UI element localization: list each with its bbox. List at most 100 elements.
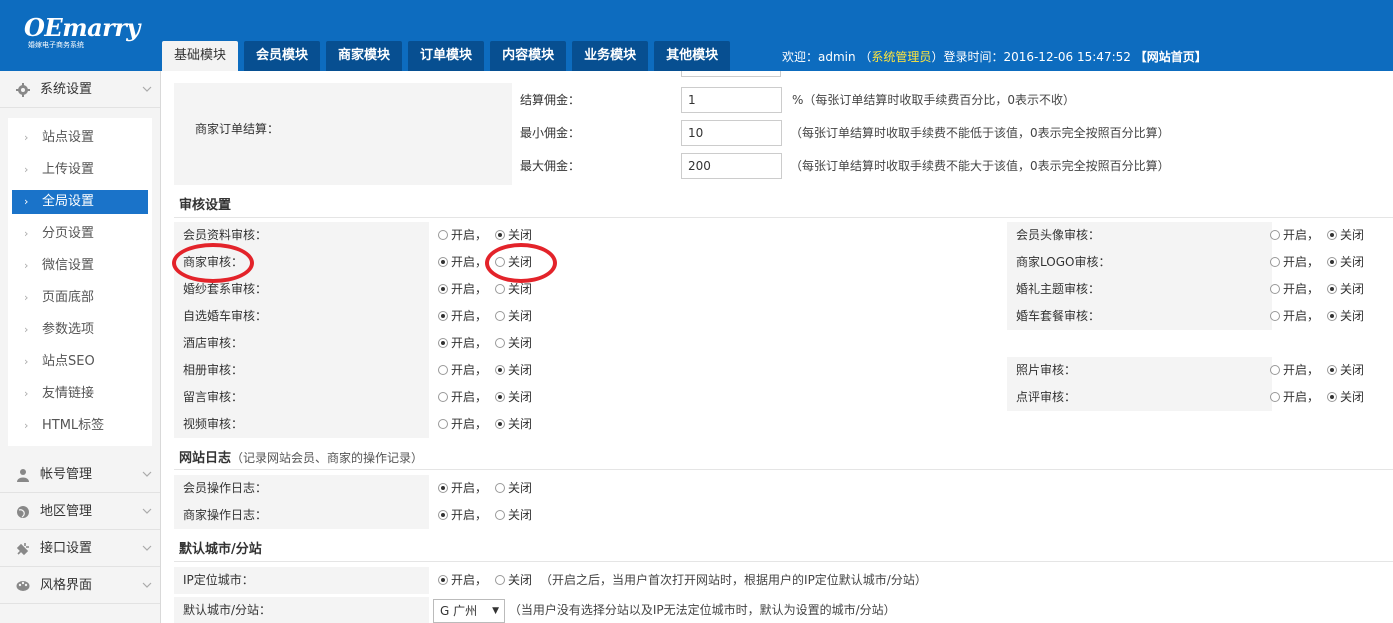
radio-dot [1270, 365, 1280, 375]
radio-dot [495, 483, 506, 493]
cropped-input[interactable] [681, 71, 781, 77]
chevron-down-icon [142, 471, 152, 477]
left-4-on-radio[interactable]: 开启， [438, 330, 487, 357]
right-2-off-radio[interactable]: 关闭 [1327, 276, 1364, 303]
right-3-off-radio[interactable]: 关闭 [1327, 303, 1364, 330]
left-0-off-radio[interactable]: 关闭 [495, 222, 532, 249]
audit-section-title: 审核设置 [179, 198, 232, 213]
radio-label: 关闭 [1340, 282, 1365, 296]
sidebar-item-seo[interactable]: › 站点SEO [12, 346, 148, 378]
radio-dot [495, 365, 506, 375]
tab-member[interactable]: 会员模块 [244, 41, 321, 71]
setting-options: 开启， 关闭 [1270, 384, 1372, 411]
role-label: 系统管理员 [871, 50, 932, 64]
right-0-off-radio[interactable]: 关闭 [1327, 222, 1364, 249]
setting-options: 开启， 关闭 [1270, 222, 1372, 249]
setting-options: 开启， 关闭 [438, 475, 540, 502]
chevron-right-icon: › [24, 227, 29, 240]
commission-rate-input[interactable] [681, 87, 782, 113]
tab-order[interactable]: 订单模块 [408, 41, 485, 71]
right-5-on-radio[interactable]: 开启， [1270, 357, 1319, 384]
left-5-off-radio[interactable]: 关闭 [495, 357, 532, 384]
chevron-right-icon: › [24, 163, 29, 176]
right-5-off-radio[interactable]: 关闭 [1327, 357, 1364, 384]
min-commission-input[interactable] [681, 120, 782, 146]
sidebar-item-site[interactable]: › 站点设置 [12, 122, 148, 154]
tab-other[interactable]: 其他模块 [654, 41, 731, 71]
welcome-bar: 欢迎：admin （系统管理员）登录时间：2016-12-06 15:47:52… [782, 48, 1207, 65]
sidebar-item-html-tags[interactable]: › HTML标签 [12, 410, 148, 442]
setting-label: 婚纱套系审核： [174, 276, 429, 303]
right-2-on-radio[interactable]: 开启， [1270, 276, 1319, 303]
left-7-off-radio[interactable]: 关闭 [495, 411, 532, 438]
sidebar-section-system[interactable]: 系统设置 [0, 71, 160, 108]
left-6-on-radio[interactable]: 开启， [438, 384, 487, 411]
site-home-link[interactable]: 【网站首页】 [1135, 50, 1207, 64]
left-log0-on-radio[interactable]: 开启， [438, 475, 487, 502]
left-3-off-radio[interactable]: 关闭 [495, 303, 532, 330]
left-0-on-radio[interactable]: 开启， [438, 222, 487, 249]
ip-city-on-radio[interactable]: 开启， [438, 567, 487, 594]
left-log1-off-radio[interactable]: 关闭 [495, 502, 532, 529]
sidebar-section-api[interactable]: 接口设置 [0, 530, 160, 567]
radio-dot [438, 483, 448, 493]
sidebar-item-footer[interactable]: › 页面底部 [12, 282, 148, 314]
left-1-off-radio[interactable]: 关闭 [495, 249, 532, 276]
right-6-off-radio[interactable]: 关闭 [1327, 384, 1364, 411]
radio-label: 关闭 [508, 481, 533, 495]
divider [174, 469, 1393, 470]
radio-label: 开启， [1283, 363, 1320, 377]
right-1-off-radio[interactable]: 关闭 [1327, 249, 1364, 276]
left-5-on-radio[interactable]: 开启， [438, 357, 487, 384]
radio-dot [1270, 311, 1280, 321]
radio-dot [495, 230, 506, 240]
left-log1-on-radio[interactable]: 开启， [438, 502, 487, 529]
right-6-on-radio[interactable]: 开启， [1270, 384, 1319, 411]
radio-label: 关闭 [1340, 363, 1365, 377]
sidebar-item-global[interactable]: › 全局设置 [12, 190, 148, 214]
tab-basic[interactable]: 基础模块 [162, 41, 239, 71]
setting-label: 点评审核： [1007, 384, 1272, 411]
left-4-off-radio[interactable]: 关闭 [495, 330, 532, 357]
sidebar-item-links[interactable]: › 友情链接 [12, 378, 148, 410]
left-3-on-radio[interactable]: 开启， [438, 303, 487, 330]
radio-label: 关闭 [1340, 390, 1365, 404]
left-6-off-radio[interactable]: 关闭 [495, 384, 532, 411]
right-0-on-radio[interactable]: 开启， [1270, 222, 1319, 249]
sidebar-item-paging[interactable]: › 分页设置 [12, 218, 148, 250]
right-1-on-radio[interactable]: 开启， [1270, 249, 1319, 276]
sidebar-section-account[interactable]: 帐号管理 [0, 456, 160, 493]
tab-business[interactable]: 业务模块 [572, 41, 649, 71]
tab-content[interactable]: 内容模块 [490, 41, 567, 71]
left-2-on-radio[interactable]: 开启， [438, 276, 487, 303]
sidebar-section-region[interactable]: 地区管理 [0, 493, 160, 530]
left-2-off-radio[interactable]: 关闭 [495, 276, 532, 303]
setting-options: 开启， 关闭 [438, 357, 540, 384]
setting-label: 婚礼主题审核： [1007, 276, 1272, 303]
max-commission-label: 最大佣金： [520, 159, 581, 173]
radio-dot [1327, 230, 1338, 240]
tab-merchant[interactable]: 商家模块 [326, 41, 403, 71]
sidebar-item-label: 参数选项 [42, 322, 95, 337]
left-log0-off-radio[interactable]: 关闭 [495, 475, 532, 502]
radio-label: 开启， [451, 508, 488, 522]
sidebar-item-params[interactable]: › 参数选项 [12, 314, 148, 346]
radio-label: 关闭 [508, 255, 533, 269]
ip-city-off-radio[interactable]: 关闭 [495, 567, 532, 594]
left-7-on-radio[interactable]: 开启， [438, 411, 487, 438]
min-commission-label: 最小佣金： [520, 126, 581, 140]
left-1-on-radio[interactable]: 开启， [438, 249, 487, 276]
setting-label: 婚车套餐审核： [1007, 303, 1272, 330]
sidebar-item-wechat[interactable]: › 微信设置 [12, 250, 148, 282]
max-commission-input[interactable] [681, 153, 782, 179]
radio-label: 关闭 [508, 282, 533, 296]
default-city-select[interactable]: G 广州 ▼ [433, 598, 505, 623]
right-3-on-radio[interactable]: 开启， [1270, 303, 1319, 330]
min-commission-hint: （每张订单结算时收取手续费不能低于该值，0表示完全按照百分比算） [790, 126, 1170, 140]
radio-dot [1270, 392, 1280, 402]
sidebar-section-style[interactable]: 风格界面 [0, 567, 160, 604]
commission-rate-hint: %（每张订单结算时收取手续费百分比，0表示不收） [792, 93, 1076, 107]
sidebar-section-label: 系统设置 [40, 82, 93, 97]
sidebar-item-upload[interactable]: › 上传设置 [12, 154, 148, 186]
chevron-down-icon [142, 582, 152, 588]
